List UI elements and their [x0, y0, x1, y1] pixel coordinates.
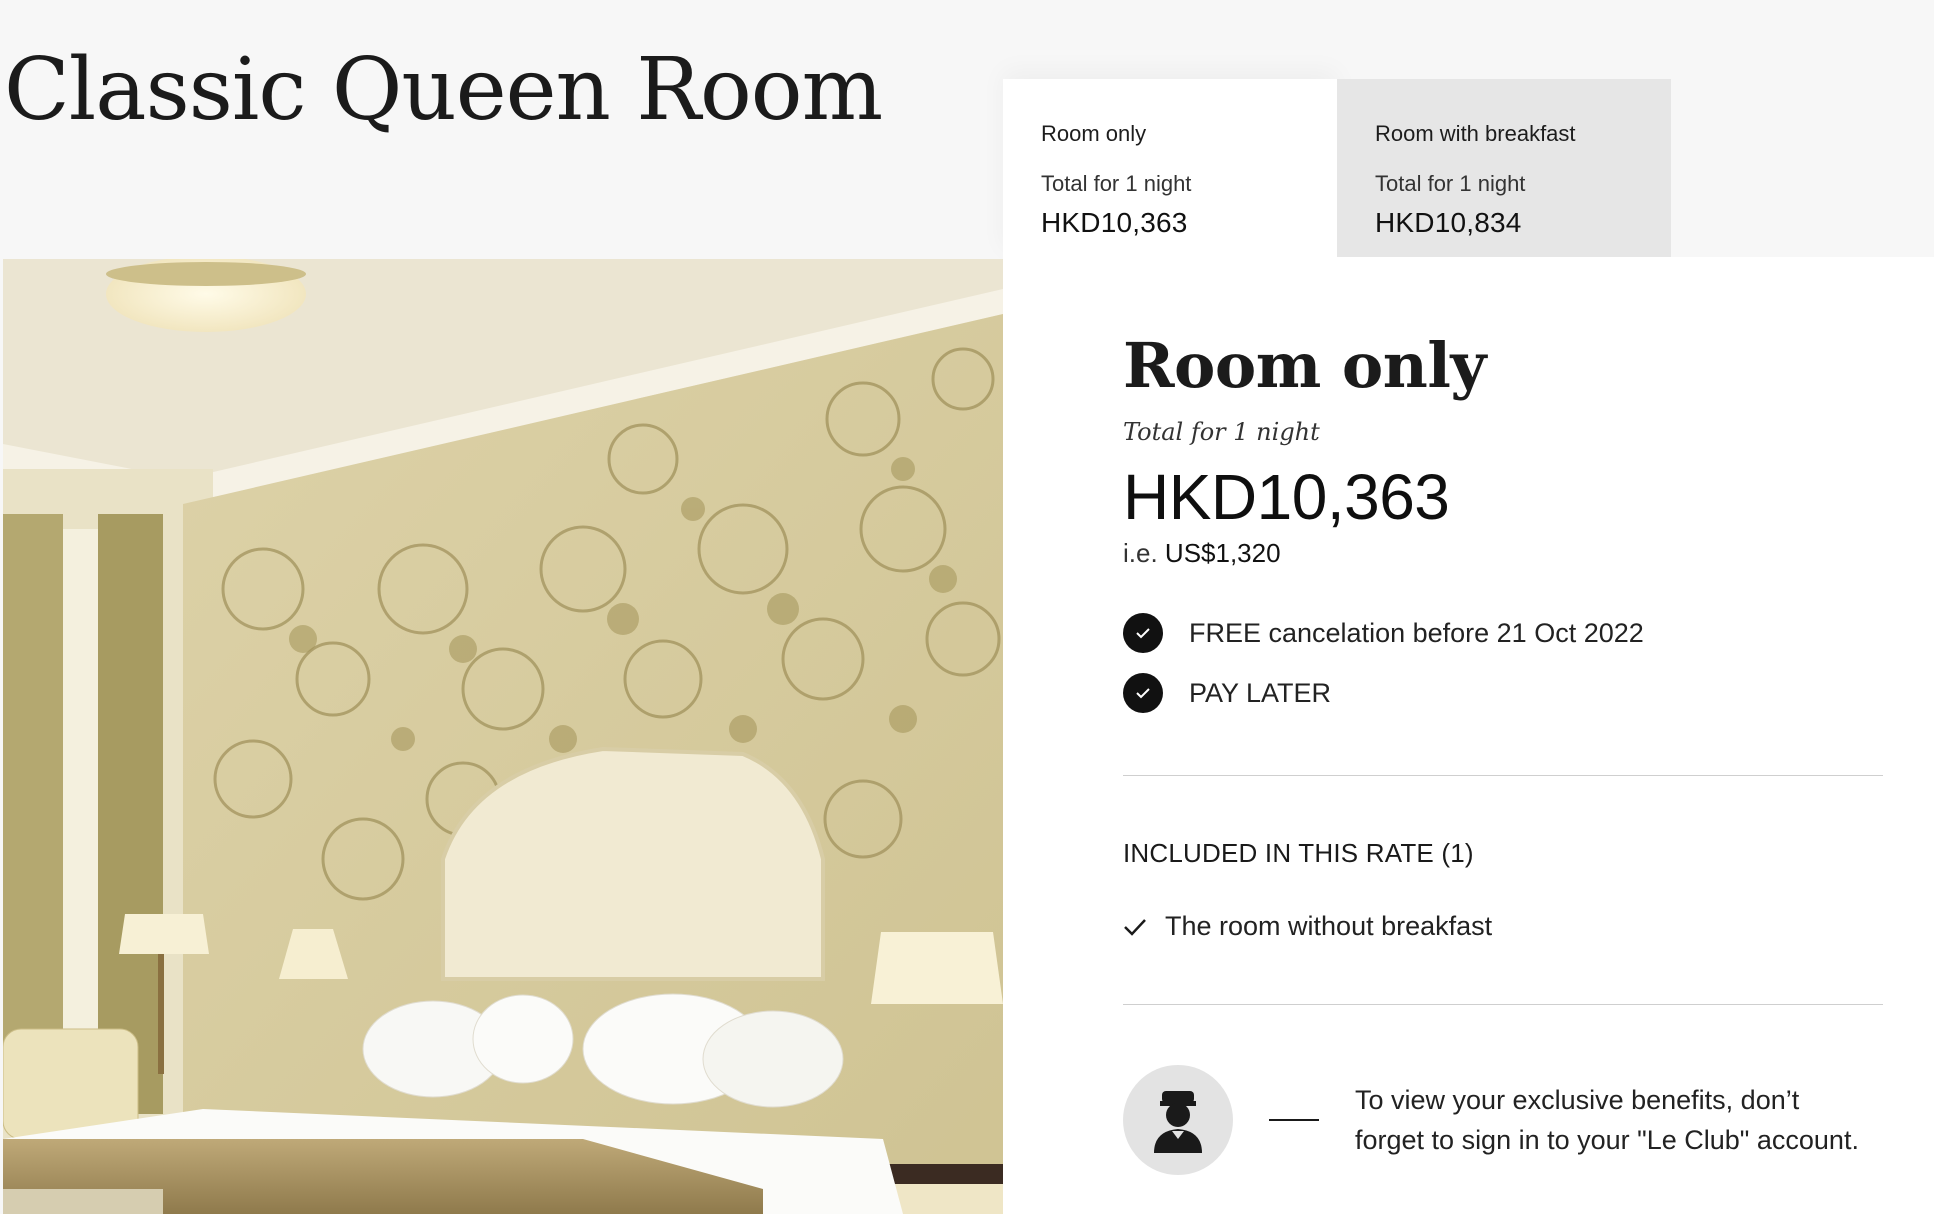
room-title: Classic Queen Room	[4, 40, 883, 140]
room-photo	[3, 259, 1003, 1214]
concierge-icon	[1123, 1065, 1233, 1175]
rate-conditions: FREE cancelation before 21 Oct 2022 PAY …	[1123, 603, 1883, 723]
included-item-text: The room without breakfast	[1165, 911, 1493, 941]
tab-name: Room with breakfast	[1375, 121, 1576, 146]
rate-price: HKD10,363	[1123, 461, 1450, 533]
check-icon	[1123, 613, 1163, 653]
rate-tabs: Room only Total for 1 night HKD10,363 Ro…	[1003, 79, 1671, 257]
condition-item: PAY LATER	[1123, 663, 1883, 723]
tab-price: HKD10,834	[1375, 207, 1522, 238]
condition-text: FREE cancelation before 21 Oct 2022	[1189, 617, 1644, 648]
converted-price: i.e. US$1,320	[1123, 538, 1883, 569]
check-icon	[1124, 918, 1146, 936]
tab-total-label: Total for 1 night	[1375, 171, 1526, 196]
condition-item: FREE cancelation before 21 Oct 2022	[1123, 603, 1883, 663]
rate-title: Room only	[1123, 329, 1486, 402]
check-icon	[1123, 673, 1163, 713]
divider	[1123, 775, 1883, 776]
tab-room-only[interactable]: Room only Total for 1 night HKD10,363	[1003, 79, 1337, 257]
converted-prefix: i.e.	[1123, 538, 1158, 568]
tab-total-label: Total for 1 night	[1041, 171, 1192, 196]
tab-name: Room only	[1041, 121, 1147, 146]
tab-room-with-breakfast[interactable]: Room with breakfast Total for 1 night HK…	[1337, 79, 1671, 257]
condition-text: PAY LATER	[1189, 677, 1332, 708]
total-label: Total for 1 night	[1123, 418, 1320, 446]
converted-value: US$1,320	[1164, 538, 1281, 568]
included-title: INCLUDED IN THIS RATE (1)	[1123, 838, 1474, 868]
rate-details-panel: Room only Total for 1 night HKD10,363 i.…	[1003, 257, 1934, 1214]
included-item: The room without breakfast	[1123, 911, 1883, 942]
tab-price: HKD10,363	[1041, 207, 1188, 238]
separator-dash	[1269, 1119, 1319, 1121]
divider	[1123, 1004, 1883, 1005]
le-club-notice: To view your exclusive benefits, don’t f…	[1123, 1065, 1883, 1175]
club-message: To view your exclusive benefits, don’t f…	[1355, 1085, 1859, 1155]
